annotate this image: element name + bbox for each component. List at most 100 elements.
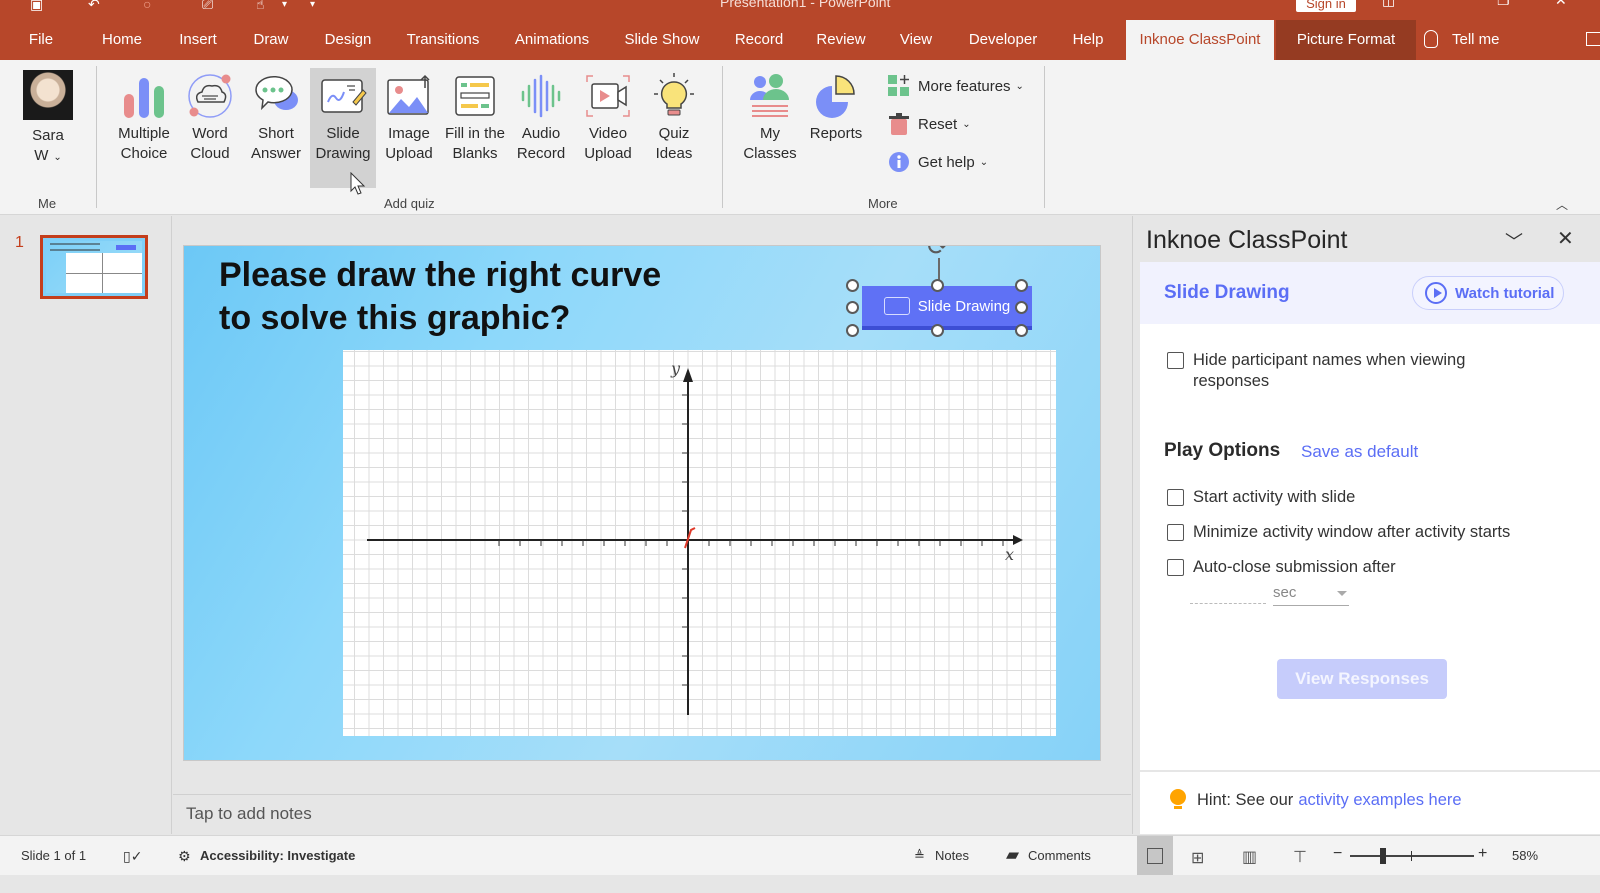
auto-close-unit-select[interactable]: sec: [1273, 584, 1349, 606]
rotate-handle-icon[interactable]: ⟳: [924, 246, 952, 260]
watch-tutorial-button[interactable]: Watch tutorial: [1412, 276, 1564, 310]
thumbnail-preview: [46, 241, 142, 293]
accessibility-status[interactable]: Accessibility: Investigate: [200, 848, 355, 863]
save-as-default-link[interactable]: Save as default: [1301, 442, 1418, 462]
resize-handle-left[interactable]: [846, 301, 859, 314]
resize-handle-bottom-left[interactable]: [846, 324, 859, 337]
auto-close-checkbox[interactable]: [1167, 559, 1184, 576]
zoom-in-button[interactable]: +: [1478, 845, 1487, 863]
activity-examples-link[interactable]: activity examples here: [1298, 791, 1461, 810]
zoom-slider-thumb[interactable]: [1380, 848, 1386, 864]
reports-button[interactable]: Reports: [803, 68, 869, 188]
save-icon[interactable]: ▣: [30, 0, 43, 13]
tab-animations[interactable]: Animations: [510, 20, 594, 60]
resize-handle-top-right[interactable]: [1015, 279, 1028, 292]
tab-draw[interactable]: Draw: [250, 20, 292, 60]
auto-close-duration-input[interactable]: [1190, 584, 1266, 604]
record-icon[interactable]: ○: [143, 0, 151, 12]
task-pane-options-icon[interactable]: ﹀: [1505, 228, 1523, 254]
tab-inknoe-classpoint[interactable]: Inknoe ClassPoint: [1126, 20, 1274, 60]
button-label: Fill in the: [444, 125, 506, 142]
notes-pane[interactable]: Tap to add notes: [173, 794, 1131, 834]
slide-show-button[interactable]: ⊤: [1284, 836, 1318, 876]
slide-title[interactable]: Please draw the right curve to solve thi…: [219, 254, 661, 340]
video-upload-button[interactable]: Video Upload: [575, 68, 641, 188]
minimize-window-option[interactable]: Minimize activity window after activity …: [1167, 522, 1510, 543]
touch-mode-dropdown-icon[interactable]: ▾: [282, 0, 287, 10]
hint: Hint: See our activity examples here: [1170, 789, 1462, 811]
ribbon-display-options-icon[interactable]: ◫: [1382, 0, 1395, 9]
reset-button[interactable]: Reset ⌄: [888, 112, 971, 136]
tab-view[interactable]: View: [895, 20, 937, 60]
my-classes-button[interactable]: My Classes: [737, 68, 803, 188]
divider: [1140, 770, 1600, 772]
view-responses-button[interactable]: View Responses: [1277, 659, 1447, 699]
get-help-button[interactable]: Get help ⌄: [888, 150, 988, 174]
restore-icon[interactable]: ❐: [1497, 0, 1510, 9]
tab-file[interactable]: File: [22, 20, 60, 60]
tab-transitions[interactable]: Transitions: [404, 20, 482, 60]
tab-picture-format[interactable]: Picture Format: [1276, 20, 1416, 60]
resize-handle-bottom-right[interactable]: [1015, 324, 1028, 337]
tab-help[interactable]: Help: [1069, 20, 1107, 60]
slide-thumbnail[interactable]: [40, 235, 148, 299]
quiz-ideas-button[interactable]: Quiz Ideas: [641, 68, 707, 188]
slide-drawing-icon: [883, 297, 910, 315]
multiple-choice-button[interactable]: Multiple Choice: [111, 68, 177, 188]
word-cloud-button[interactable]: Word Cloud: [177, 68, 243, 188]
resize-handle-right[interactable]: [1015, 301, 1028, 314]
comments-icon[interactable]: [1586, 32, 1600, 46]
normal-view-button[interactable]: [1137, 836, 1173, 876]
slide-sorter-button[interactable]: ⊞: [1182, 836, 1216, 876]
zoom-slider-midpoint: [1411, 851, 1412, 861]
hide-names-option[interactable]: Hide participant names when viewing resp…: [1167, 350, 1465, 392]
hide-names-checkbox[interactable]: [1167, 352, 1184, 369]
customize-qat-icon[interactable]: ▾: [310, 0, 315, 10]
tab-record[interactable]: Record: [730, 20, 788, 60]
touch-mode-icon[interactable]: ☝: [256, 0, 265, 13]
resize-handle-top-left[interactable]: [846, 279, 859, 292]
tell-me-search[interactable]: Tell me: [1452, 20, 1500, 60]
start-with-slide-option[interactable]: Start activity with slide: [1167, 487, 1355, 508]
reading-view-button[interactable]: ▥: [1233, 836, 1267, 876]
more-features-button[interactable]: More features ⌄: [888, 74, 1024, 98]
spelling-check-icon[interactable]: ▯✓: [123, 848, 142, 865]
close-window-icon[interactable]: ✕: [1555, 0, 1567, 9]
slide-canvas[interactable]: Please draw the right curve to solve thi…: [183, 245, 1101, 761]
slide-count[interactable]: Slide 1 of 1: [21, 848, 86, 863]
close-icon[interactable]: ✕: [1557, 226, 1574, 251]
resize-handle-bottom[interactable]: [931, 324, 944, 337]
auto-close-option[interactable]: Auto-close submission after: [1167, 557, 1396, 578]
fill-blanks-icon: [451, 72, 499, 120]
minimize-window-checkbox[interactable]: [1167, 524, 1184, 541]
tab-home[interactable]: Home: [96, 20, 148, 60]
accessibility-icon[interactable]: ⚙: [178, 848, 191, 865]
resize-handle-top[interactable]: [931, 279, 944, 292]
comments-button[interactable]: Comments: [1028, 848, 1091, 863]
notes-button[interactable]: Notes: [935, 848, 969, 863]
coordinate-graph-image[interactable]: xy: [343, 350, 1056, 736]
start-with-slide-checkbox[interactable]: [1167, 489, 1184, 506]
sign-in-button[interactable]: Sign in: [1296, 0, 1356, 12]
image-upload-button[interactable]: Image Upload: [376, 68, 442, 188]
normal-view-icon: [1147, 848, 1163, 864]
tab-design[interactable]: Design: [320, 20, 376, 60]
short-answer-button[interactable]: Short Answer: [243, 68, 309, 188]
grid-plus-icon: [888, 75, 910, 97]
pie-chart-icon: [812, 72, 860, 120]
zoom-level[interactable]: 58%: [1512, 848, 1538, 863]
zoom-slider[interactable]: [1350, 855, 1474, 857]
user-account-button[interactable]: Sara W ⌄: [15, 68, 81, 188]
fill-in-the-blanks-button[interactable]: Fill in the Blanks: [442, 68, 508, 188]
tab-review[interactable]: Review: [815, 20, 867, 60]
tab-slide-show[interactable]: Slide Show: [622, 20, 702, 60]
present-icon[interactable]: ⎚: [202, 0, 213, 13]
tab-insert[interactable]: Insert: [174, 20, 222, 60]
slide-drawing-button[interactable]: Slide Drawing: [310, 68, 376, 188]
tab-developer[interactable]: Developer: [965, 20, 1041, 60]
collapse-ribbon-icon[interactable]: ︿: [1556, 196, 1568, 213]
zoom-out-button[interactable]: −: [1333, 845, 1342, 863]
slide-drawing-object[interactable]: Slide Drawing: [862, 286, 1032, 330]
audio-record-button[interactable]: Audio Record: [508, 68, 574, 188]
undo-icon[interactable]: ↶: [88, 0, 100, 13]
